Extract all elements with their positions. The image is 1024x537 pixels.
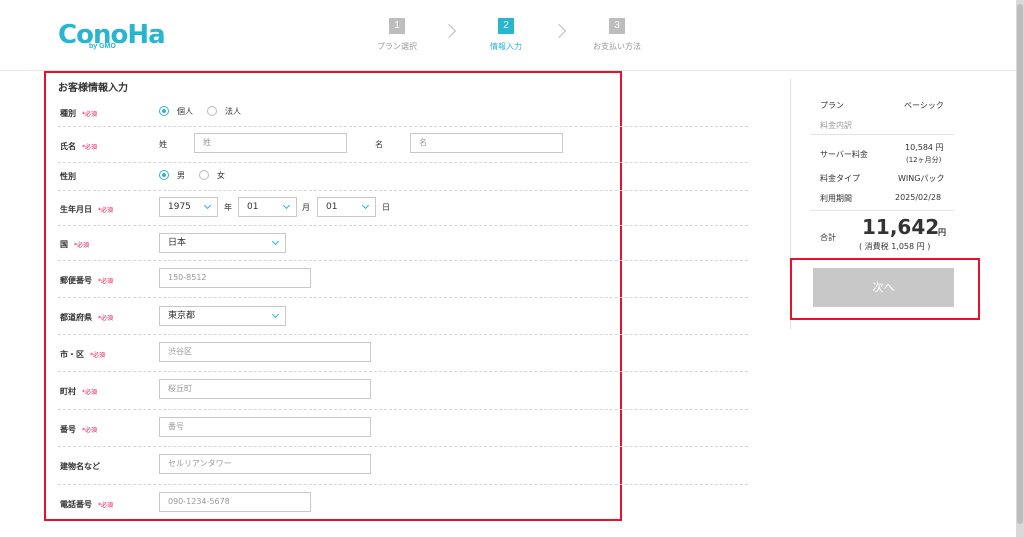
building-label: 建物名など: [60, 462, 100, 471]
step-label: お支払い方法: [593, 42, 641, 51]
postal-code-input[interactable]: 150-8512: [159, 268, 311, 288]
city-input[interactable]: 渋谷区: [159, 342, 371, 362]
radio-individual-label: 個人: [177, 107, 193, 116]
birth-month-select[interactable]: 01: [238, 197, 297, 217]
chevron-right-icon: [441, 23, 457, 39]
tax-note: ( 消費税 1,058 円 ): [859, 242, 931, 251]
prefecture-label: 都道府県 *必須: [60, 313, 114, 322]
building-input[interactable]: セルリアンタワー: [159, 454, 371, 474]
day-unit: 日: [382, 203, 390, 212]
row-gender: 性別 男 女: [58, 163, 748, 191]
row-type: 種別 *必須 個人 法人: [58, 96, 748, 127]
chevron-right-icon: [551, 23, 567, 39]
summary-plan-value: ベーシック: [904, 101, 944, 110]
phone-label: 電話番号 *必須: [60, 500, 114, 509]
radio-corporate[interactable]: [207, 106, 217, 116]
row-name: 氏名 *必須 姓 姓 名 名: [58, 127, 748, 163]
chevron-down-icon: [203, 201, 212, 210]
form-title: お客様情報入力: [58, 83, 128, 94]
row-phone: 電話番号 *必須 090-1234-5678: [58, 485, 748, 519]
step-label: 情報入力: [490, 42, 522, 51]
town-label: 町村 *必須: [60, 387, 98, 396]
address-number-input[interactable]: 番号: [159, 417, 371, 437]
server-fee-note: (12ヶ月分): [906, 156, 942, 164]
phone-input[interactable]: 090-1234-5678: [159, 492, 311, 512]
server-fee-value: 10,584 円: [905, 143, 944, 152]
birth-day-select[interactable]: 01: [317, 197, 376, 217]
last-name-label: 姓: [159, 140, 167, 149]
conoha-logo[interactable]: ConoHa: [58, 20, 166, 56]
scrollbar[interactable]: [1016, 0, 1024, 537]
server-fee-label: サーバー料金: [820, 150, 868, 159]
next-button[interactable]: 次へ: [813, 268, 954, 307]
row-number: 番号 *必須 番号: [58, 410, 748, 447]
chevron-down-icon: [271, 237, 280, 246]
fee-type-value: WINGパック: [898, 174, 945, 183]
step-label: プラン選択: [377, 42, 417, 51]
step-indicator: 1 プラン選択 2 情報入力 3 お支払い方法: [370, 18, 670, 58]
summary-divider: [810, 210, 954, 211]
town-input[interactable]: 桜丘町: [159, 379, 371, 399]
step-number: 1: [389, 18, 405, 34]
chevron-down-icon: [271, 310, 280, 319]
radio-individual[interactable]: [159, 106, 169, 116]
step-number: 2: [498, 18, 514, 34]
last-name-input[interactable]: 姓: [194, 133, 347, 153]
birth-year-select[interactable]: 1975: [159, 197, 218, 217]
first-name-input[interactable]: 名: [410, 133, 563, 153]
row-city: 市・区 *必須 渋谷区: [58, 335, 748, 372]
birthdate-label: 生年月日 *必須: [60, 205, 114, 214]
radio-male-label: 男: [177, 171, 185, 180]
step-plan-select: 1 プラン選択: [357, 18, 437, 52]
name-label: 氏名 *必須: [60, 142, 98, 151]
chevron-down-icon: [361, 201, 370, 210]
summary-divider: [810, 134, 954, 135]
country-select[interactable]: 日本: [159, 233, 286, 253]
gender-label: 性別: [60, 172, 76, 181]
row-prefecture: 都道府県 *必須 東京都: [58, 298, 748, 335]
page: ConoHa by GMO 1 プラン選択 2 情報入力 3 お支払い方法 お客…: [0, 0, 1016, 537]
number-label: 番号 *必須: [60, 425, 98, 434]
year-unit: 年: [224, 203, 232, 212]
city-label: 市・区 *必須: [60, 350, 106, 359]
first-name-label: 名: [375, 140, 383, 149]
summary-plan-label: プラン: [820, 101, 844, 110]
period-value: 2025/02/28: [895, 193, 942, 202]
country-label: 国 *必須: [60, 240, 90, 249]
row-postal: 郵便番号 *必須 150-8512: [58, 261, 748, 298]
radio-corporate-label: 法人: [225, 107, 241, 116]
summary-breakdown-label: 料金内訳: [820, 121, 852, 130]
gmo-logo-text: by GMO: [89, 43, 116, 50]
period-label: 利用期間: [820, 194, 852, 203]
row-town: 町村 *必須 桜丘町: [58, 372, 748, 410]
postal-label: 郵便番号 *必須: [60, 276, 114, 285]
row-birthdate: 生年月日 *必須 1975 年 01 月 01 日: [58, 191, 748, 226]
scrollbar-thumb[interactable]: [1017, 4, 1023, 524]
chevron-down-icon: [282, 201, 291, 210]
fee-type-label: 料金タイプ: [820, 174, 860, 183]
prefecture-select[interactable]: 東京都: [159, 306, 286, 326]
total-unit: 円: [938, 228, 946, 237]
row-country: 国 *必須 日本: [58, 226, 748, 261]
row-building: 建物名など セルリアンタワー: [58, 447, 748, 485]
month-unit: 月: [302, 203, 310, 212]
step-payment-method: 3 お支払い方法: [577, 18, 657, 52]
header: ConoHa by GMO 1 プラン選択 2 情報入力 3 お支払い方法: [0, 0, 1016, 71]
step-number: 3: [609, 18, 625, 34]
total-value: 11,642: [862, 215, 940, 239]
total-label: 合計: [820, 233, 836, 242]
step-info-input: 2 情報入力: [466, 18, 546, 52]
radio-female[interactable]: [199, 170, 209, 180]
radio-male[interactable]: [159, 170, 169, 180]
radio-female-label: 女: [217, 171, 225, 180]
type-label: 種別 *必須: [60, 109, 98, 118]
